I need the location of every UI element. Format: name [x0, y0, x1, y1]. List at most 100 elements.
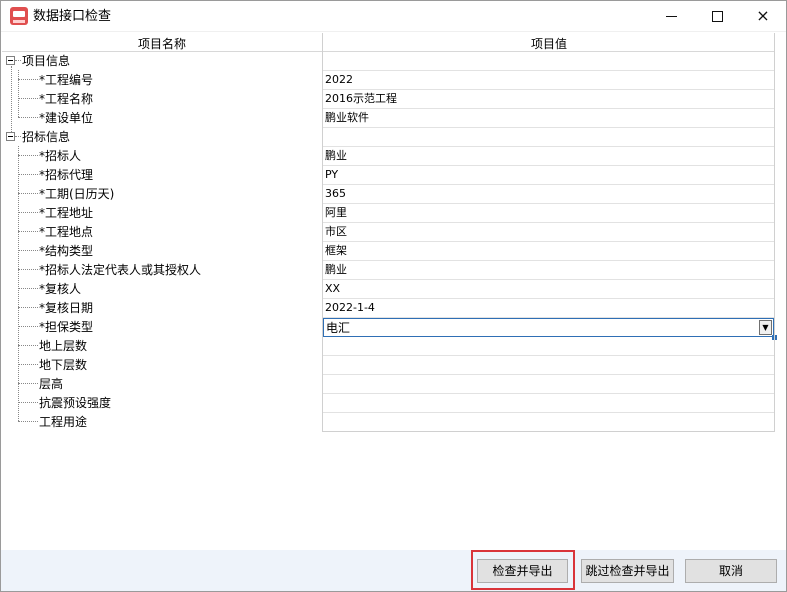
property-label: *担保类型	[39, 320, 94, 334]
tree-connector	[18, 326, 38, 327]
property-label: *招标代理	[39, 168, 94, 182]
property-row[interactable]: *担保类型 电汇 ▼	[2, 318, 777, 340]
tree-connector	[18, 288, 38, 289]
property-value-cell[interactable]: 鹏业	[323, 147, 774, 166]
group-row[interactable]: 招标信息	[2, 128, 775, 147]
property-value-cell[interactable]: 鹏业软件	[323, 109, 774, 128]
tree-connector	[15, 60, 21, 61]
property-row[interactable]: *建设单位 鹏业软件	[2, 109, 775, 128]
tree-connector	[18, 231, 38, 232]
tree-connector	[18, 212, 38, 213]
tree-connector	[18, 345, 38, 346]
tree-line	[18, 70, 19, 117]
property-label: *复核日期	[39, 301, 94, 315]
close-button[interactable]: ×	[740, 0, 786, 32]
guarantee-type-dropdown[interactable]: 电汇 ▼	[323, 318, 777, 340]
property-value-cell[interactable]: XX	[323, 280, 774, 299]
property-value: XX	[325, 282, 341, 295]
property-value-cell[interactable]: 阿里	[323, 204, 774, 223]
property-label: *工程名称	[39, 92, 94, 106]
property-value-cell[interactable]	[323, 337, 774, 356]
property-row[interactable]: *工程编号 2022	[2, 71, 775, 90]
property-value: 365	[325, 187, 346, 200]
maximize-button[interactable]	[694, 0, 740, 32]
property-value-cell[interactable]	[323, 394, 774, 413]
property-label: 抗震预设强度	[39, 396, 112, 410]
close-icon: ×	[756, 6, 770, 25]
property-label: *建设单位	[39, 111, 94, 125]
property-row[interactable]: *工期(日历天) 365	[2, 185, 775, 204]
property-label: 地上层数	[39, 339, 88, 353]
tree-connector	[18, 155, 38, 156]
property-grid: 项目名称 项目值 项目信息 *工程编号 2022 *工程名称 2016示范工程 *建设单位…	[2, 33, 777, 432]
property-row[interactable]: 地上层数	[2, 337, 775, 356]
property-label: *工程地点	[39, 225, 94, 239]
column-divider[interactable]	[322, 33, 323, 432]
skip-check-and-export-button[interactable]: 跳过检查并导出	[581, 559, 674, 583]
property-row[interactable]: 层高	[2, 375, 775, 394]
property-value-cell[interactable]: 2016示范工程	[323, 90, 774, 109]
grid-right-border	[774, 33, 775, 432]
maximize-icon	[711, 10, 723, 22]
property-row[interactable]: *复核人 XX	[2, 280, 775, 299]
tree-connector	[18, 421, 38, 422]
property-value-cell[interactable]: 2022-1-4	[323, 299, 774, 318]
property-value: 2022-1-4	[325, 301, 375, 314]
tree-connector	[18, 174, 38, 175]
property-value-cell[interactable]: 框架	[323, 242, 774, 261]
tree-connector	[18, 250, 38, 251]
property-value-cell[interactable]	[323, 356, 774, 375]
property-value-cell[interactable]: 365	[323, 185, 774, 204]
property-value-cell[interactable]	[323, 52, 774, 71]
tree-connector	[18, 117, 38, 118]
grid-header: 项目名称 项目值	[2, 33, 775, 52]
property-value-cell[interactable]: 市区	[323, 223, 774, 242]
property-value: 框架	[325, 244, 347, 257]
grid-bottom-border	[322, 431, 775, 432]
property-value-cell[interactable]: PY	[323, 166, 774, 185]
property-row[interactable]: *招标人 鹏业	[2, 147, 775, 166]
tree-connector	[15, 136, 21, 137]
property-label: *工程编号	[39, 73, 94, 87]
tree-connector	[18, 364, 38, 365]
tree-connector	[18, 383, 38, 384]
property-row[interactable]: *工程地点 市区	[2, 223, 775, 242]
property-row[interactable]: *招标代理 PY	[2, 166, 775, 185]
group-row[interactable]: 项目信息	[2, 52, 775, 71]
minimize-button[interactable]	[648, 0, 694, 32]
property-value-cell[interactable]: 2022	[323, 71, 774, 90]
property-label: *结构类型	[39, 244, 94, 258]
minimize-icon	[665, 15, 677, 17]
property-value-cell[interactable]: 鹏业	[323, 261, 774, 280]
property-value: 市区	[325, 225, 347, 238]
property-row[interactable]: 工程用途	[2, 413, 775, 432]
property-row[interactable]: 地下层数	[2, 356, 775, 375]
collapse-toggle-icon[interactable]	[6, 56, 15, 65]
highlight-box	[471, 550, 575, 590]
property-row[interactable]: *工程名称 2016示范工程	[2, 90, 775, 109]
tree-line	[11, 66, 12, 132]
column-header-value[interactable]: 项目值	[323, 35, 775, 52]
property-value: 电汇	[326, 321, 351, 335]
property-row[interactable]: *工程地址 阿里	[2, 204, 775, 223]
property-value-cell[interactable]	[323, 128, 774, 147]
tree-connector	[18, 307, 38, 308]
property-value-cell[interactable]	[323, 413, 774, 432]
property-label: *工程地址	[39, 206, 94, 220]
property-row[interactable]: *招标人法定代表人或其授权人 鹏业	[2, 261, 775, 280]
property-row[interactable]: *结构类型 框架	[2, 242, 775, 261]
tree-line	[18, 146, 19, 421]
property-value: 鹏业	[325, 263, 347, 276]
property-row[interactable]: *复核日期 2022-1-4	[2, 299, 775, 318]
tree-connector	[18, 193, 38, 194]
collapse-toggle-icon[interactable]	[6, 132, 15, 141]
column-header-name[interactable]: 项目名称	[2, 35, 322, 52]
cancel-button[interactable]: 取消	[685, 559, 777, 583]
tree-connector	[18, 98, 38, 99]
property-row[interactable]: 抗震预设强度	[2, 394, 775, 413]
window-title: 数据接口检查	[33, 9, 112, 24]
property-value: 鹏业软件	[325, 111, 369, 124]
property-value-cell[interactable]	[323, 375, 774, 394]
dropdown-arrow-icon[interactable]: ▼	[759, 320, 772, 335]
property-label: *复核人	[39, 282, 82, 296]
